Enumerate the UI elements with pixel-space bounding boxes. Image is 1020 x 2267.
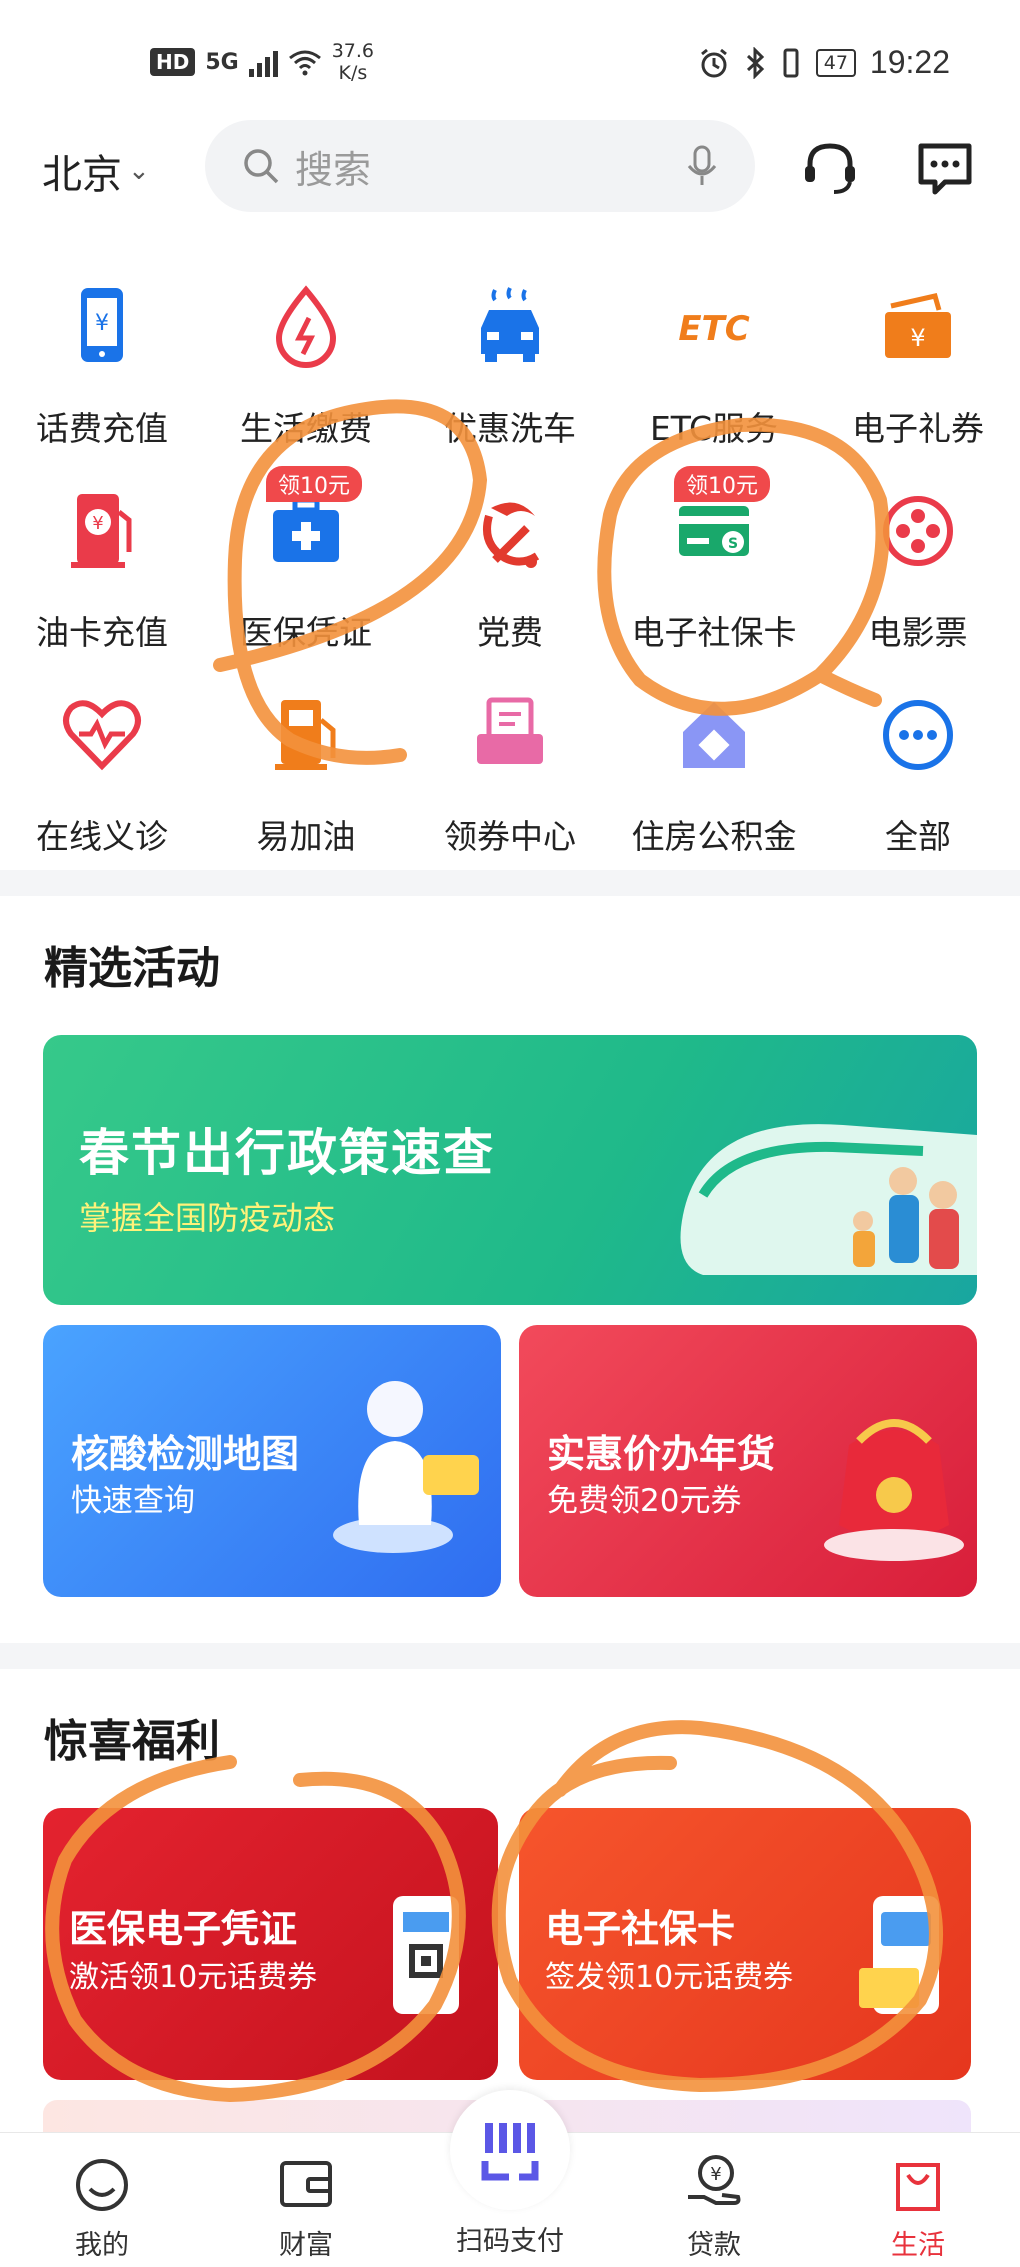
search-bar[interactable]: 搜索 [205, 120, 755, 212]
battery-level: 47 [815, 48, 856, 77]
reward-tag: 领10元 [266, 466, 362, 502]
message-icon[interactable] [915, 138, 975, 198]
social-security-perk-card[interactable]: 电子社保卡 签发领10元话费券 [519, 1808, 971, 2080]
service-social-security-card[interactable]: S 领10元 电子社保卡 [612, 466, 816, 676]
search-input[interactable]: 搜索 [295, 139, 685, 194]
chevron-down-icon: ⌄ [128, 156, 150, 186]
top-header: 北京 ⌄ 搜索 [0, 120, 1020, 220]
service-coupon-center[interactable]: 领券中心 [408, 690, 612, 880]
medical-voucher-perk-card[interactable]: 医保电子凭证 激活领10元话费券 [43, 1808, 498, 2080]
loan-icon: ¥ [688, 2155, 741, 2205]
service-all[interactable]: 全部 [816, 690, 1020, 880]
bluetooth-icon [746, 46, 764, 79]
featured-section-title: 精选活动 [44, 943, 220, 994]
more-dots-icon [883, 700, 953, 770]
shopping-bag-icon [896, 2163, 940, 2211]
tab-loan[interactable]: ¥ 贷款 [612, 2133, 816, 2267]
party-emblem-icon [483, 502, 540, 568]
svg-text:¥: ¥ [710, 2164, 721, 2185]
vibrate-icon [783, 48, 799, 77]
tab-wealth[interactable]: 财富 [204, 2133, 408, 2267]
etc-icon: ETC [678, 309, 749, 349]
gift-voucher-icon: ¥ [885, 293, 951, 358]
service-utility[interactable]: 生活缴费 [204, 282, 408, 472]
service-easy-fuel[interactable]: 易加油 [204, 690, 408, 880]
service-gift-voucher[interactable]: ¥ 电子礼券 [816, 282, 1020, 472]
tab-life[interactable]: 生活 [816, 2133, 1020, 2267]
new-year-goods-card[interactable]: 实惠价办年货 免费领20元券 [519, 1325, 977, 1597]
customer-service-icon[interactable] [800, 138, 860, 198]
signal-icon [248, 47, 278, 77]
section-divider [0, 1643, 1020, 1669]
phone-recharge-icon: ¥ [81, 288, 123, 362]
train-illustration [680, 1124, 977, 1275]
svg-text:¥: ¥ [95, 311, 109, 336]
service-medical-insurance[interactable]: 领10元 医保凭证 [204, 466, 408, 676]
service-fuel-card[interactable]: ¥ 油卡充值 [0, 486, 204, 676]
svg-text:¥: ¥ [92, 513, 103, 534]
coupon-center-icon [477, 697, 543, 764]
scan-pay-button[interactable] [450, 2090, 570, 2210]
heart-pulse-icon [63, 700, 141, 771]
svg-text:¥: ¥ [910, 324, 925, 352]
phone-qr-illustration [393, 1896, 459, 2014]
house-fund-icon [683, 702, 745, 768]
microphone-icon[interactable] [685, 144, 719, 188]
nucleic-test-map-card[interactable]: 核酸检测地图 快速查询 [43, 1325, 501, 1597]
clock: 19:22 [869, 44, 950, 80]
network-speed: 37.6 K/s [331, 40, 375, 84]
fuel-card-icon: ¥ [71, 494, 132, 568]
scan-pay-icon [481, 2123, 539, 2181]
service-online-clinic[interactable]: 在线义诊 [0, 690, 204, 880]
service-movie-ticket[interactable]: 电影票 [816, 486, 1020, 676]
reward-tag: 领10元 [674, 466, 770, 502]
network-type: 5G [205, 49, 239, 75]
svg-text:ETC: ETC [678, 309, 749, 349]
service-car-wash[interactable]: 优惠洗车 [408, 282, 612, 472]
car-wash-icon [481, 287, 539, 362]
service-etc[interactable]: ETC ETC服务 [612, 282, 816, 472]
tab-profile[interactable]: 我的 [0, 2133, 204, 2267]
city-selector[interactable]: 北京 ⌄ [42, 142, 150, 200]
section-divider [0, 870, 1020, 896]
film-reel-icon [883, 496, 953, 566]
doctor-illustration [333, 1381, 479, 1553]
utility-drop-icon [275, 285, 337, 368]
service-phone-recharge[interactable]: ¥ 话费充值 [0, 282, 204, 472]
hd-badge: HD [150, 48, 196, 76]
wifi-icon [288, 50, 321, 76]
alarm-icon [700, 48, 727, 77]
status-bar: HD 5G 37.6 K/s 47 19:22 [0, 0, 1020, 120]
service-housing-fund[interactable]: 住房公积金 [612, 690, 816, 880]
wallet-icon [280, 2161, 332, 2207]
svg-text:S: S [728, 536, 738, 552]
lucky-bag-illustration [824, 1419, 964, 1561]
profile-icon [76, 2159, 128, 2211]
city-name: 北京 [42, 152, 122, 198]
phone-card-illustration [859, 1896, 939, 2014]
perks-section-title: 惊喜福利 [44, 1716, 220, 1767]
featured-banner[interactable]: 春节出行政策速查 掌握全国防疫动态 [43, 1035, 977, 1305]
service-party-fee[interactable]: 党费 [408, 486, 612, 676]
search-icon [244, 149, 279, 184]
gas-pump-icon [275, 700, 336, 770]
